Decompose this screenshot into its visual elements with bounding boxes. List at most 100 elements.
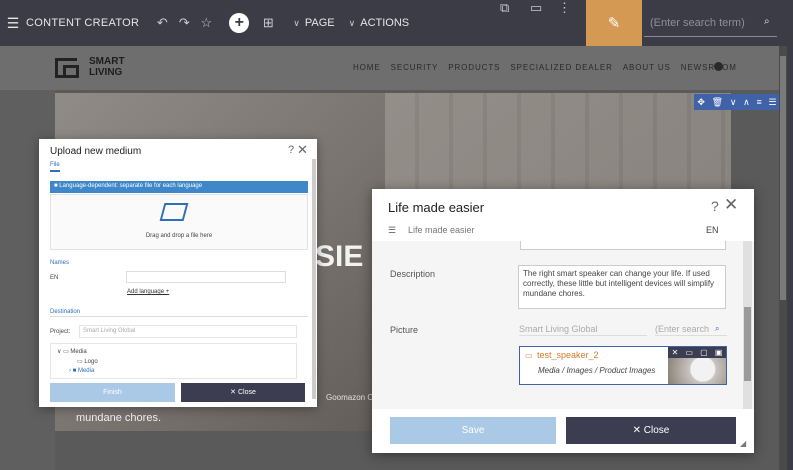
close-button[interactable]: ✕ Close (566, 417, 736, 444)
project-select[interactable]: Smart Living Global (79, 325, 297, 338)
layout-icon[interactable]: ▭ (530, 0, 552, 16)
edit-icon[interactable]: ≡ (756, 97, 761, 107)
upload-close-button[interactable]: ✕ Close (181, 383, 305, 402)
folder-upload-icon (159, 203, 189, 221)
tree-node-label: Media (70, 349, 87, 355)
save-button[interactable]: Save (390, 417, 556, 444)
drop-zone-label: Drag and drop a file here (145, 233, 213, 239)
upload-medium-dialog: Upload new medium ? ✕ File ■ Language-de… (39, 139, 317, 407)
app-title: CONTENT CREATOR (26, 17, 140, 29)
dialog-title: Life made easier (388, 200, 485, 215)
names-section-label: Names (50, 260, 70, 266)
dialog-scrollbar-thumb[interactable] (744, 307, 751, 381)
undo-icon[interactable]: ↶ (151, 0, 173, 46)
delete-icon[interactable]: 🗑 (712, 97, 723, 108)
asset-name: test_speaker_2 (537, 350, 599, 360)
close-icon[interactable]: ✕ (297, 142, 308, 158)
chevron-down-icon[interactable]: ∨ (730, 97, 737, 108)
destination-section-label: Destination (50, 309, 81, 315)
project-select[interactable]: Smart Living Global (519, 322, 647, 336)
search-icon[interactable]: ⌕ (764, 16, 770, 27)
globe-icon[interactable] (714, 62, 723, 71)
add-button[interactable]: + (229, 13, 250, 33)
resize-handle-icon[interactable]: ◢ (740, 439, 746, 448)
finish-button[interactable]: Finish (50, 383, 175, 402)
field-input-top[interactable] (520, 241, 726, 250)
redo-icon[interactable]: ↷ (173, 0, 195, 46)
section-edit-toolbar: ✥ 🗑 ∨ ∧ ≡ ☰ (694, 94, 780, 110)
grid-icon[interactable]: ⊞ (257, 0, 279, 46)
nav-security[interactable]: SECURITY (391, 63, 439, 72)
more-icon[interactable]: ⋮ (558, 0, 580, 16)
image-icon: ▭ (525, 351, 533, 360)
asset-actions: ✕ ▭ ▢ ▣ (668, 347, 726, 358)
page-dropdown-label: PAGE (304, 17, 335, 29)
page-dropdown[interactable]: ∨ PAGE (293, 0, 334, 46)
search-input[interactable]: (Enter search term) (644, 9, 777, 37)
remove-icon[interactable]: ✕ (672, 348, 679, 357)
tree-node-label: Media (77, 368, 95, 374)
move-icon[interactable]: ✥ (697, 97, 705, 108)
nav-specialized-dealer[interactable]: SPECIALIZED DEALER (510, 63, 612, 72)
preview-icon[interactable]: ⧉ (500, 0, 522, 16)
actions-dropdown[interactable]: ∨ ACTIONS (349, 0, 410, 46)
close-icon: ✕ (230, 389, 238, 396)
right-panel-edge (787, 0, 793, 470)
asset-path: Media / Images / Product Images (538, 366, 656, 375)
selected-picture[interactable]: ▭ test_speaker_2 Media / Images / Produc… (519, 346, 727, 385)
actions-dropdown-label: ACTIONS (360, 17, 410, 29)
nav-products[interactable]: PRODUCTS (448, 63, 500, 72)
tab-file[interactable]: File (50, 162, 60, 172)
help-icon[interactable]: ? (288, 144, 294, 156)
description-textarea[interactable]: The right smart speaker can change your … (518, 265, 726, 309)
nav-home[interactable]: HOME (353, 63, 381, 72)
name-language-label: EN (50, 275, 59, 281)
nav-about-us[interactable]: ABOUT US (623, 63, 671, 72)
project-label: Project: (50, 329, 71, 335)
chevron-down-icon: ∨ (348, 17, 356, 28)
help-icon[interactable]: ? (711, 198, 719, 214)
name-input[interactable] (126, 271, 286, 283)
upload-scrollbar[interactable] (312, 159, 316, 399)
tree-node-label: Logo (84, 359, 98, 365)
preview-icon[interactable]: ▢ (700, 348, 708, 357)
search-icon[interactable]: ⌕ (715, 324, 719, 334)
nav-newsroom[interactable]: NEWSROOM (681, 63, 737, 72)
folder-tree: ∨ ▭ Media ▭ Logo › ■ Media (50, 343, 297, 379)
folder-icon[interactable]: ▭ (685, 348, 693, 357)
add-language-link[interactable]: Add language + (127, 289, 169, 295)
logo-icon-inner (63, 65, 79, 78)
close-icon[interactable]: ✕ (724, 195, 738, 215)
star-icon[interactable]: ☆ (195, 0, 217, 46)
menu-icon[interactable]: ☰ (0, 0, 26, 46)
language-indicator: EN (706, 225, 719, 235)
chevron-down-icon: ∨ (293, 17, 300, 28)
page-scrollbar-thumb[interactable] (780, 56, 786, 300)
picture-label: Picture (390, 325, 419, 335)
tree-node-media[interactable]: ∨ ▭ Media (57, 348, 87, 355)
list-icon[interactable]: ☰ (768, 97, 776, 108)
tree-node-media-selected[interactable]: › ■ Media (69, 368, 94, 374)
tree-node-logo[interactable]: ▭ Logo (77, 358, 98, 365)
edit-image-icon[interactable]: ▣ (715, 348, 723, 357)
upload-close-label: Close (237, 389, 256, 396)
description-label: Description (390, 269, 436, 279)
logo-line-2: LIVING (89, 67, 123, 78)
logo-text: SMART LIVING (89, 56, 125, 78)
close-icon: ✕ (632, 425, 644, 436)
site-nav: HOME SECURITY PRODUCTS SPECIALIZED DEALE… (353, 63, 747, 72)
hero-heading-fragment: SIE (315, 240, 364, 273)
chevron-up-icon[interactable]: ∧ (743, 97, 750, 108)
close-button-label: Close (643, 425, 670, 436)
dialog-subtitle: Life made easier (408, 225, 475, 235)
hero-text-fragment: mundane chores. (76, 412, 161, 424)
pencil-icon: ✎ (607, 15, 621, 32)
divider (50, 316, 308, 317)
language-dependent-checkbox[interactable]: ■ Language-dependent: separate file for … (50, 181, 308, 193)
edit-mode-button[interactable]: ✎ (586, 0, 642, 46)
upload-dialog-title: Upload new medium (50, 146, 142, 157)
hero-brand-fragment: Goomazon O (326, 393, 374, 402)
language-dependent-label: Language-dependent: separate file for ea… (59, 183, 203, 189)
logo-line-1: SMART (89, 56, 125, 67)
text-lines-icon: ☰ (388, 225, 397, 235)
